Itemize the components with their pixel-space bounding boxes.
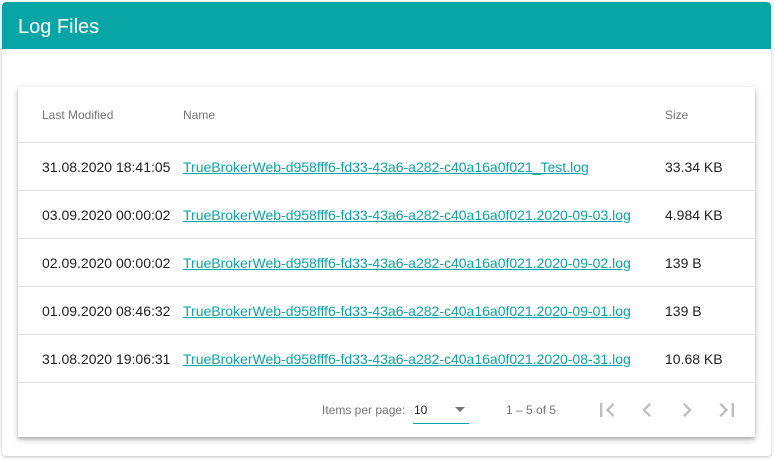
dropdown-arrow-icon xyxy=(455,407,465,412)
table-row: 01.09.2020 08:46:32 TrueBrokerWeb-d958ff… xyxy=(18,286,755,335)
items-per-page-label: Items per page: xyxy=(322,403,406,417)
table-row: 03.09.2020 00:00:02 TrueBrokerWeb-d958ff… xyxy=(18,190,755,239)
first-page-button[interactable] xyxy=(593,396,621,424)
log-file-link[interactable]: TrueBrokerWeb-d958fff6-fd33-43a6-a282-c4… xyxy=(183,159,589,175)
cell-last-modified: 01.09.2020 08:46:32 xyxy=(18,286,183,335)
cell-last-modified: 03.09.2020 00:00:02 xyxy=(18,190,183,239)
card-header: Log Files xyxy=(2,2,771,49)
column-header-last-modified[interactable]: Last Modified xyxy=(18,87,183,143)
page-range-label: 1 – 5 of 5 xyxy=(506,403,557,417)
cell-name: TrueBrokerWeb-d958fff6-fd33-43a6-a282-c4… xyxy=(183,190,665,239)
log-files-card: Log Files Last Modified Name Size 31.08.… xyxy=(2,2,771,456)
column-header-name[interactable]: Name xyxy=(183,87,665,143)
previous-page-button[interactable] xyxy=(633,396,661,424)
page-size-select[interactable]: 10 xyxy=(413,395,469,424)
chevron-right-icon xyxy=(683,403,692,417)
table-row: 31.08.2020 19:06:31 TrueBrokerWeb-d958ff… xyxy=(18,334,755,383)
cell-size: 139 B xyxy=(665,238,755,287)
log-file-link[interactable]: TrueBrokerWeb-d958fff6-fd33-43a6-a282-c4… xyxy=(183,207,631,223)
log-file-link[interactable]: TrueBrokerWeb-d958fff6-fd33-43a6-a282-c4… xyxy=(183,255,631,271)
last-page-button[interactable] xyxy=(713,396,741,424)
cell-size: 4.984 KB xyxy=(665,190,755,239)
next-page-button[interactable] xyxy=(673,396,701,424)
cell-last-modified: 02.09.2020 00:00:02 xyxy=(18,238,183,287)
cell-size: 10.68 KB xyxy=(665,334,755,383)
table-header-row: Last Modified Name Size xyxy=(18,87,755,143)
table-row: 02.09.2020 00:00:02 TrueBrokerWeb-d958ff… xyxy=(18,238,755,287)
cell-name: TrueBrokerWeb-d958fff6-fd33-43a6-a282-c4… xyxy=(183,286,665,335)
column-header-size[interactable]: Size xyxy=(665,87,755,143)
page-size-value: 10 xyxy=(414,403,428,417)
log-files-table-panel: Last Modified Name Size 31.08.2020 18:41… xyxy=(18,87,755,437)
chevron-left-icon xyxy=(642,403,651,417)
page-title: Log Files xyxy=(18,16,100,38)
cell-size: 139 B xyxy=(665,286,755,335)
first-page-icon xyxy=(600,403,615,417)
cell-name: TrueBrokerWeb-d958fff6-fd33-43a6-a282-c4… xyxy=(183,334,665,383)
cell-size: 33.34 KB xyxy=(665,142,755,191)
log-file-link[interactable]: TrueBrokerWeb-d958fff6-fd33-43a6-a282-c4… xyxy=(183,351,631,367)
paginator: Items per page: 10 1 – 5 of 5 xyxy=(18,383,755,437)
cell-last-modified: 31.08.2020 18:41:05 xyxy=(18,142,183,191)
cell-name: TrueBrokerWeb-d958fff6-fd33-43a6-a282-c4… xyxy=(183,238,665,287)
log-files-table: Last Modified Name Size 31.08.2020 18:41… xyxy=(18,87,755,383)
cell-name: TrueBrokerWeb-d958fff6-fd33-43a6-a282-c4… xyxy=(183,142,665,191)
cell-last-modified: 31.08.2020 19:06:31 xyxy=(18,334,183,383)
log-file-link[interactable]: TrueBrokerWeb-d958fff6-fd33-43a6-a282-c4… xyxy=(183,303,631,319)
last-page-icon xyxy=(719,403,734,417)
table-row: 31.08.2020 18:41:05 TrueBrokerWeb-d958ff… xyxy=(18,142,755,191)
